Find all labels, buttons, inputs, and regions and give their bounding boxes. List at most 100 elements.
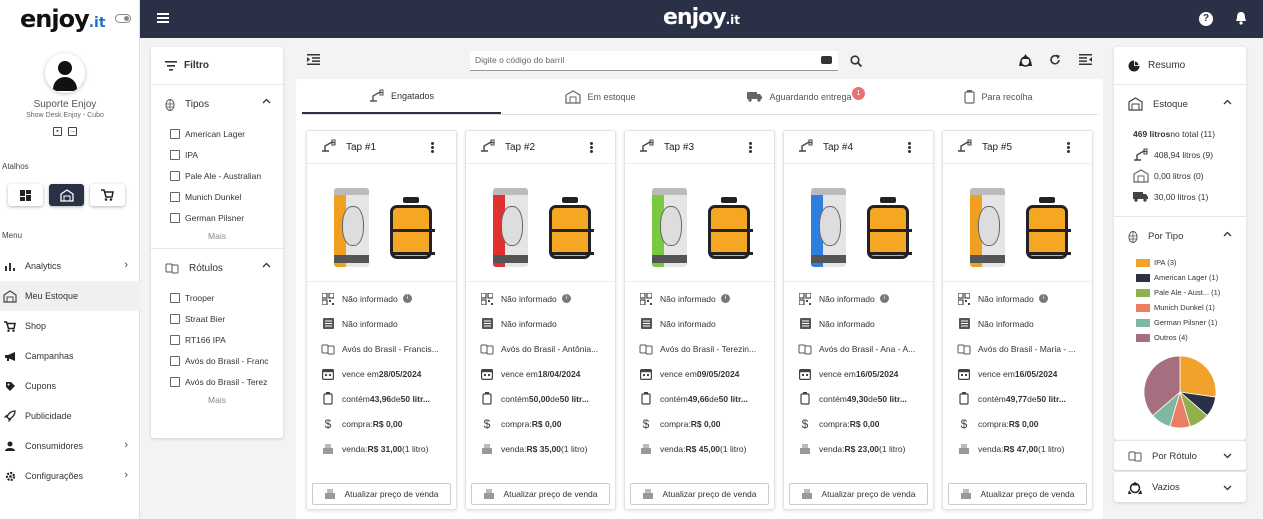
filter-type-checkbox-item[interactable]: IPA (151, 144, 283, 165)
tap-sale-price: R$ 45,00 (685, 443, 721, 454)
info-icon[interactable]: i (561, 294, 571, 303)
stock-section-toggle[interactable]: Estoque (1114, 85, 1246, 123)
logo-suffix-text: .it (88, 15, 106, 31)
legend-swatch (1136, 288, 1150, 297)
main-nav: Analytics › Meu Estoque Shop Campanhas Cupons… (0, 251, 140, 491)
filter-label-checkbox-item[interactable]: RT166 IPA (151, 329, 283, 350)
legend-item[interactable]: IPA (3) (1114, 255, 1246, 270)
legend-swatch (1136, 333, 1150, 342)
profile-card-icon[interactable]: ▪ (53, 127, 62, 136)
tap-purchase-price: R$ 0,00 (372, 418, 403, 429)
more-vert-icon[interactable] (749, 142, 752, 153)
cash-register-icon (957, 442, 971, 456)
update-sale-price-button[interactable]: Atualizar preço de venda (471, 483, 610, 505)
checkbox[interactable] (170, 170, 180, 181)
filter-label-checkbox-item[interactable]: Avós do Brasil - Franc (151, 350, 283, 371)
filter-type-checkbox-item[interactable]: German Pilsner (151, 207, 283, 228)
filter-label-checkbox-item[interactable]: Avós do Brasil - Terez (151, 371, 283, 392)
checkbox[interactable] (170, 313, 180, 324)
filter-label-checkbox-item[interactable]: Trooper (151, 287, 283, 308)
legend-label: Munich Dunkel (1) (1154, 303, 1215, 312)
logout-icon[interactable]: → (68, 127, 77, 136)
tab-para-recolha[interactable]: Para recolha (899, 79, 1098, 114)
sidebar-item-shop[interactable]: Shop (0, 311, 140, 341)
sidebar-item-campanhas[interactable]: Campanhas (0, 341, 140, 371)
filter-type-checkbox-item[interactable]: Munich Dunkel (151, 186, 283, 207)
tab-engatados[interactable]: Engatados (302, 79, 501, 114)
more-vert-icon[interactable] (908, 142, 911, 153)
filter-type-checkbox-item[interactable]: American Lager (151, 123, 283, 144)
checkbox[interactable] (170, 292, 180, 303)
checkbox[interactable] (170, 334, 180, 345)
tap-label-row: Avós do Brasil - Ana - A... (784, 336, 933, 361)
filter-label-checkbox-item[interactable]: Straat Bier (151, 308, 283, 329)
top-logo: enjoy.it (663, 5, 740, 30)
collapse-filter-icon[interactable] (307, 54, 320, 65)
sidebar-item-publicidade[interactable]: Publicidade (0, 401, 140, 431)
legend-item[interactable]: Pale Ale - Aust... (1) (1114, 285, 1246, 300)
tap-sale-prefix: venda: (978, 443, 1004, 454)
update-sale-price-button[interactable]: Atualizar preço de venda (312, 483, 451, 505)
more-vert-icon[interactable] (590, 142, 593, 153)
cash-register-icon (801, 488, 813, 501)
help-icon[interactable]: ? (1199, 12, 1213, 26)
checkbox-label: Pale Ale - Australian (185, 170, 262, 181)
pie-slice[interactable] (1179, 355, 1217, 398)
tap-contains-row: contém 50,00 de 50 litr... (466, 386, 615, 411)
more-vert-icon[interactable] (1067, 142, 1070, 153)
checkbox[interactable] (170, 191, 180, 202)
refresh-icon[interactable] (1049, 54, 1061, 66)
legend-item[interactable]: Munich Dunkel (1) (1114, 300, 1246, 315)
barrel-code-search-input[interactable]: Digite o código do barril (470, 51, 838, 71)
info-icon[interactable]: i (1038, 294, 1048, 303)
recycle-icon[interactable] (1018, 53, 1033, 67)
filter-labels-title: Rótulos (189, 262, 223, 274)
sidebar-item-label: Configurações (25, 471, 84, 481)
info-icon[interactable]: i (879, 294, 889, 303)
search-icon[interactable] (850, 55, 862, 67)
shortcut-dashboard[interactable] (8, 184, 43, 206)
sidebar-item-analytics[interactable]: Analytics › (0, 251, 140, 281)
sidebar-item-cupons[interactable]: Cupons (0, 371, 140, 401)
sidebar-item-meu-estoque[interactable]: Meu Estoque (0, 281, 140, 311)
by-type-section-toggle[interactable]: Por Tipo (1114, 217, 1246, 255)
sidebar-item-configura-es[interactable]: Configurações › (0, 461, 140, 491)
filter-type-checkbox-item[interactable]: Pale Ale - Australian (151, 165, 283, 186)
user-avatar[interactable] (45, 53, 85, 93)
update-sale-price-button[interactable]: Atualizar preço de venda (948, 483, 1087, 505)
tap-purchase-prefix: compra: (660, 418, 691, 429)
empty-section-toggle[interactable]: Vazios (1114, 472, 1246, 503)
legend-item[interactable]: American Lager (1) (1114, 270, 1246, 285)
beer-can-image (334, 188, 369, 267)
filter-types-toggle[interactable]: Tipos (151, 85, 283, 123)
tap-serial: Não informado (342, 318, 398, 329)
hamburger-menu-icon[interactable] (157, 13, 169, 23)
collapse-summary-icon[interactable] (1079, 54, 1092, 65)
tab-em-estoque[interactable]: Em estoque (501, 79, 700, 114)
bell-icon[interactable] (1235, 11, 1247, 28)
clear-search-icon[interactable] (821, 56, 832, 64)
brand-logo[interactable]: enjoy.it (0, 0, 139, 38)
checkbox[interactable] (170, 212, 180, 223)
filter-labels-toggle[interactable]: Rótulos (151, 249, 283, 287)
checkbox[interactable] (170, 355, 180, 366)
sidebar-item-consumidores[interactable]: Consumidores › (0, 431, 140, 461)
filter-labels-more[interactable]: Mais (151, 392, 283, 412)
by-label-section-toggle[interactable]: Por Rótulo (1114, 441, 1246, 471)
update-sale-price-button[interactable]: Atualizar preço de venda (630, 483, 769, 505)
checkbox[interactable] (170, 149, 180, 160)
checkbox[interactable] (170, 376, 180, 387)
update-sale-price-button[interactable]: Atualizar preço de venda (789, 483, 928, 505)
legend-item[interactable]: German Pilsner (1) (1114, 315, 1246, 330)
info-icon[interactable]: i (720, 294, 730, 303)
legend-item[interactable]: Outros (4) (1114, 330, 1246, 345)
more-vert-icon[interactable] (431, 142, 434, 153)
shortcut-stock[interactable] (49, 184, 84, 206)
shortcut-shop[interactable] (90, 184, 125, 206)
theme-toggle[interactable] (115, 14, 131, 23)
info-icon[interactable]: i (402, 294, 412, 303)
tab-aguardando-entrega[interactable]: Aguardando entrega 1 (700, 79, 899, 114)
checkbox[interactable] (170, 128, 180, 139)
filter-types-more[interactable]: Mais (151, 228, 283, 248)
bar-chart-icon (3, 259, 17, 273)
